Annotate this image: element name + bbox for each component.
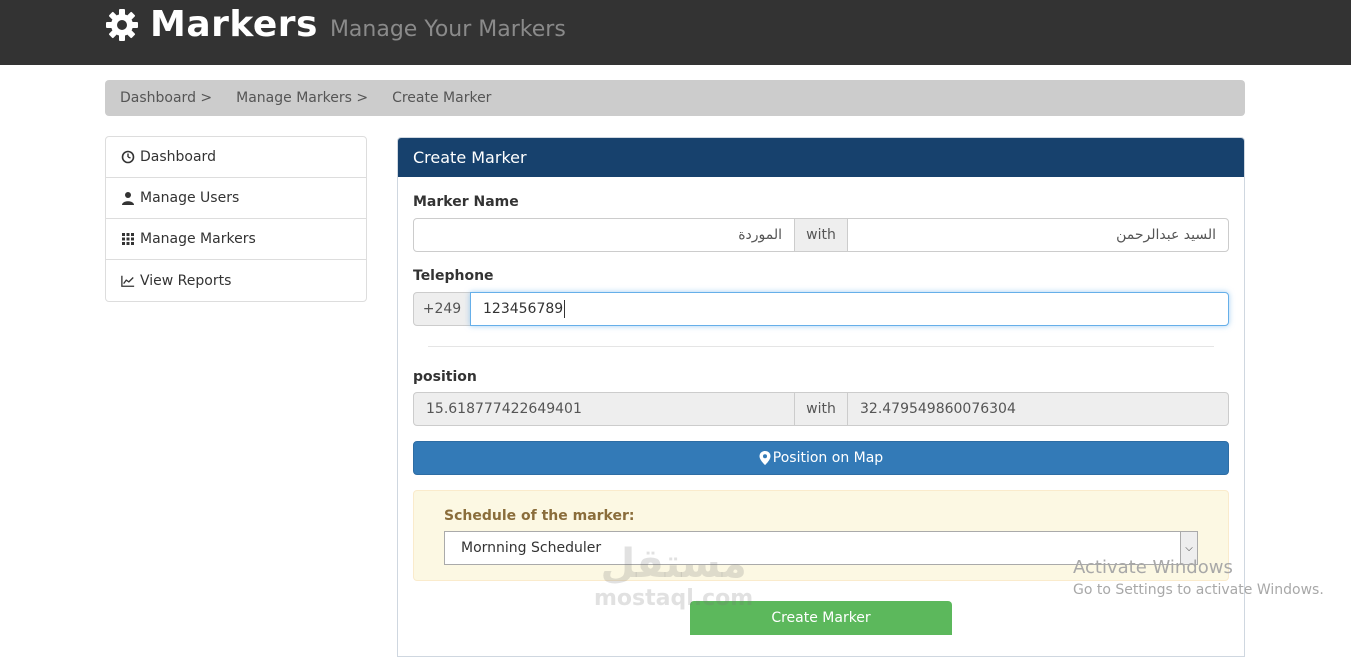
marker-owner-value: السيد عبدالرحمن	[1116, 227, 1216, 243]
sidebar-item-label: Dashboard	[140, 149, 216, 165]
activate-windows-title: Activate Windows	[1073, 557, 1233, 578]
marker-name-label: Marker Name	[413, 194, 519, 210]
latitude-input[interactable]: 15.618777422649401	[413, 392, 795, 426]
sidebar-item-label: View Reports	[140, 272, 232, 289]
watermark: مستقل mostaql.com	[594, 540, 753, 610]
position-on-map-button[interactable]: Position on Map	[413, 441, 1229, 475]
app-subtitle: Manage Your Markers	[329, 17, 566, 42]
activate-windows-notice: Activate Windows Go to Settings to activ…	[1073, 557, 1324, 598]
breadcrumb-create-marker: Create Marker	[392, 90, 492, 106]
grid-icon	[122, 233, 134, 245]
dashboard-icon	[121, 150, 135, 164]
sidebar-item-label: Manage Users	[140, 190, 240, 206]
activate-windows-detail: Go to Settings to activate Windows.	[1073, 582, 1324, 598]
sidebar-item-dashboard[interactable]: Dashboard	[106, 137, 366, 178]
divider	[428, 346, 1214, 347]
user-icon	[122, 192, 134, 205]
telephone-input[interactable]: 123456789	[470, 292, 1229, 326]
gear-icon	[106, 8, 138, 41]
map-marker-icon	[759, 451, 771, 465]
breadcrumb-manage-markers[interactable]: Manage Markers >	[236, 90, 368, 106]
marker-owner-input[interactable]: السيد عبدالرحمن	[847, 218, 1229, 252]
sidebar-item-reports[interactable]: View Reports	[106, 260, 366, 301]
longitude-value: 32.479549860076304	[860, 401, 1016, 417]
text-cursor	[564, 300, 566, 318]
chart-icon	[121, 275, 135, 287]
position-on-map-label: Position on Map	[772, 450, 884, 466]
marker-name-input[interactable]: الموردة	[413, 218, 795, 252]
sidebar-item-label: Manage Markers	[140, 231, 256, 247]
sidebar-item-markers[interactable]: Manage Markers	[106, 219, 366, 260]
breadcrumb: Dashboard > Manage Markers > Create Mark…	[105, 80, 1245, 116]
schedule-label: Schedule of the marker:	[444, 508, 635, 524]
breadcrumb-dashboard[interactable]: Dashboard >	[120, 90, 212, 106]
watermark-latin: mostaql.com	[594, 586, 754, 611]
telephone-prefix: +249	[413, 292, 471, 326]
position-label: position	[413, 369, 477, 385]
marker-name-value: الموردة	[738, 227, 782, 243]
marker-name-with-addon: with	[794, 218, 848, 252]
schedule-selected-value: Mornning Scheduler	[461, 540, 602, 556]
telephone-label: Telephone	[413, 268, 494, 284]
sidebar: Dashboard Manage Users Manage Markers Vi…	[105, 136, 367, 302]
watermark-arabic: مستقل	[600, 541, 747, 587]
telephone-value: 123456789	[483, 301, 564, 317]
longitude-input[interactable]: 32.479549860076304	[847, 392, 1229, 426]
latitude-value: 15.618777422649401	[426, 401, 582, 417]
panel-title: Create Marker	[398, 138, 1244, 177]
sidebar-item-users[interactable]: Manage Users	[106, 178, 366, 219]
top-navbar: Markers Manage Your Markers	[0, 0, 1351, 65]
brand[interactable]: Markers Manage Your Markers	[104, 4, 566, 45]
position-with-addon: with	[794, 392, 848, 426]
app-title: Markers	[150, 4, 318, 45]
